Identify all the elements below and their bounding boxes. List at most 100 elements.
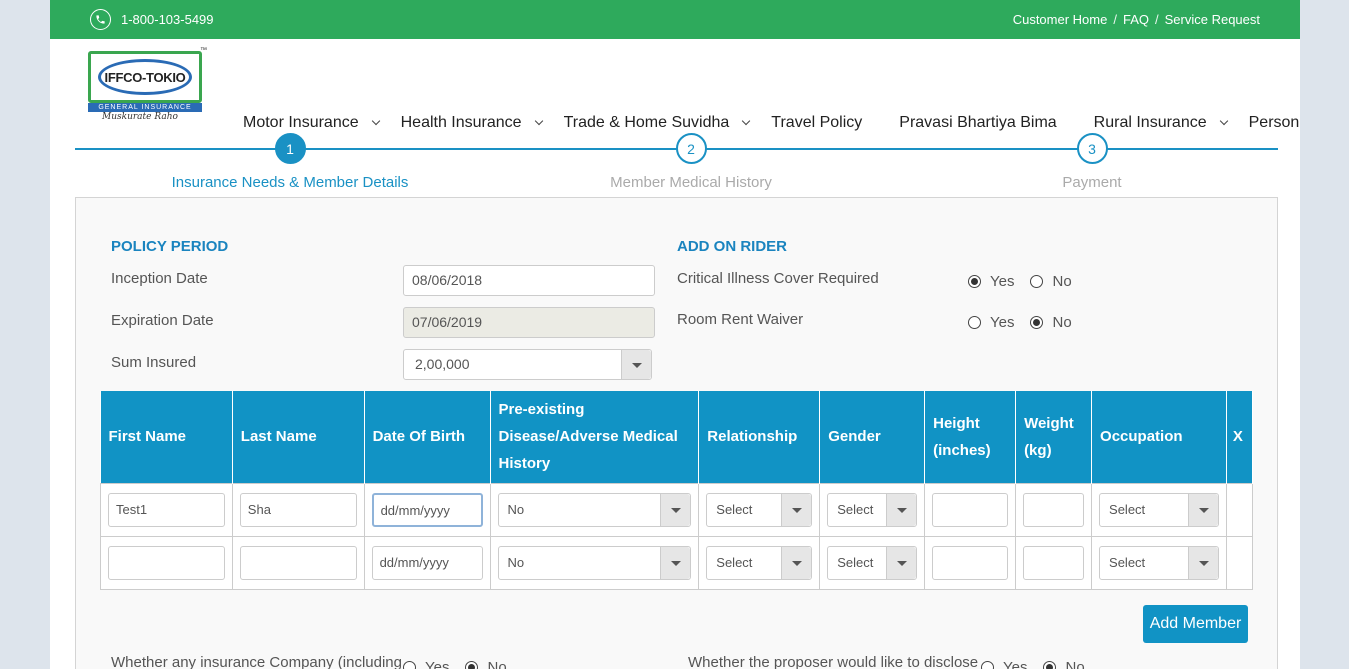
chevron-down-icon — [1219, 116, 1228, 126]
last-name-input[interactable]: Sha — [239, 492, 357, 527]
gender-select[interactable]: Select — [827, 492, 918, 527]
phone-contact[interactable]: 1-800-103-5499 — [90, 9, 214, 30]
occupation-select[interactable]: Select — [1099, 545, 1219, 580]
radio-selected[interactable] — [465, 661, 479, 669]
expiration-date-input: 07/06/2019 — [403, 307, 655, 338]
nav-pravasi-bhartiya-bima[interactable]: Pravasi Bhartiya Bima — [899, 114, 1056, 132]
dropdown-arrow-icon — [781, 493, 812, 526]
critical-illness-yes[interactable]: Yes — [968, 273, 1014, 290]
nav-rural-insurance[interactable]: Rural Insurance — [1094, 114, 1228, 132]
radio[interactable] — [968, 316, 981, 329]
relationship-select[interactable]: Select — [706, 492, 813, 527]
trademark: ™ — [200, 47, 207, 54]
relationship-select[interactable]: Select — [706, 545, 813, 580]
last-name-input[interactable] — [239, 545, 357, 580]
occupation-select[interactable]: Select — [1099, 492, 1219, 527]
room-rent-radio-group: Yes No — [968, 314, 1088, 331]
nav-health-insurance[interactable]: Health Insurance — [401, 114, 543, 132]
remove-cell[interactable] — [1225, 482, 1254, 537]
dropdown-arrow-icon — [621, 350, 651, 379]
question-proposer-disclose: Whether the proposer would like to discl… — [688, 654, 979, 669]
nav-trade-home-suvidha[interactable]: Trade & Home Suvidha — [564, 114, 751, 132]
radio[interactable] — [1030, 275, 1044, 288]
inception-date-label: Inception Date — [111, 270, 208, 287]
dropdown-arrow-icon — [1187, 493, 1218, 526]
question2-yes[interactable]: Yes — [981, 659, 1027, 669]
dropdown-arrow-icon — [781, 546, 812, 579]
sum-insured-label: Sum Insured — [111, 354, 197, 371]
sum-insured-select[interactable]: 2,00,000 — [403, 349, 652, 380]
dob-input[interactable]: dd/mm/yyyy — [371, 545, 483, 580]
nav-travel-policy[interactable]: Travel Policy — [771, 114, 862, 132]
service-request-link[interactable]: Service Request — [1165, 12, 1260, 27]
step-3[interactable]: 3 Payment — [962, 133, 1222, 191]
question2-no[interactable]: No — [1043, 659, 1085, 669]
faq-link[interactable]: FAQ — [1123, 12, 1149, 27]
header-last-name: Last Name — [232, 391, 365, 483]
critical-illness-label: Critical Illness Cover Required — [677, 270, 879, 287]
dob-input[interactable]: dd/mm/yyyy — [371, 492, 483, 527]
remove-cell[interactable] — [1225, 535, 1254, 590]
phone-number: 1-800-103-5499 — [121, 12, 214, 27]
first-name-input[interactable]: Test1 — [108, 492, 225, 527]
critical-illness-no[interactable]: No — [1030, 273, 1072, 290]
main-nav: Motor Insurance Health Insurance Trade &… — [243, 114, 1300, 132]
page: 1-800-103-5499 Customer Home / FAQ / Ser… — [50, 0, 1300, 669]
logo-tagline: Muskurate Raho — [102, 112, 178, 122]
step-label: Payment — [1062, 174, 1122, 191]
add-member-button[interactable]: Add Member — [1143, 605, 1248, 643]
radio[interactable] — [403, 661, 416, 669]
header-remove: X — [1226, 391, 1254, 483]
radio-selected[interactable] — [968, 275, 981, 288]
dropdown-arrow-icon — [886, 546, 917, 579]
table-row: Test1 Sha dd/mm/yyyy No Select Select Se… — [100, 482, 1254, 537]
customer-home-link[interactable]: Customer Home — [1013, 12, 1108, 27]
weight-input[interactable] — [1023, 545, 1085, 580]
height-input[interactable] — [932, 545, 1009, 580]
height-input[interactable] — [932, 492, 1009, 527]
phone-icon — [90, 9, 111, 30]
medical-history-select[interactable]: No — [497, 492, 692, 527]
nav-personal-accident-policy[interactable]: Personal Accident Policy — [1249, 114, 1300, 132]
table-header-row: First Name Last Name Date Of Birth Pre-e… — [100, 391, 1254, 483]
weight-input[interactable] — [1023, 492, 1085, 527]
nav-motor-insurance[interactable]: Motor Insurance — [243, 114, 380, 132]
header-date-of-birth: Date Of Birth — [364, 391, 491, 483]
members-table: First Name Last Name Date Of Birth Pre-e… — [100, 391, 1254, 590]
step-label: Insurance Needs & Member Details — [171, 174, 409, 191]
expiration-date-label: Expiration Date — [111, 312, 214, 329]
dropdown-arrow-icon — [660, 546, 691, 579]
medical-history-select[interactable]: No — [497, 545, 692, 580]
gender-select[interactable]: Select — [827, 545, 918, 580]
header: IFFCO-TOKIO GENERAL INSURANCE Muskurate … — [50, 39, 1300, 132]
step-1[interactable]: 1 Insurance Needs & Member Details — [160, 133, 420, 191]
step-label: Member Medical History — [610, 174, 772, 191]
question1-no[interactable]: No — [465, 659, 507, 669]
dropdown-arrow-icon — [660, 493, 691, 526]
top-bar: 1-800-103-5499 Customer Home / FAQ / Ser… — [50, 0, 1300, 39]
room-rent-no[interactable]: No — [1030, 314, 1072, 331]
top-links: Customer Home / FAQ / Service Request — [1012, 12, 1260, 27]
logo[interactable]: IFFCO-TOKIO GENERAL INSURANCE Muskurate … — [88, 47, 207, 123]
step-2[interactable]: 2 Member Medical History — [561, 133, 821, 191]
chevron-down-icon — [371, 116, 380, 126]
question1-radio-group: Yes No — [403, 659, 523, 669]
inception-date-input[interactable]: 08/06/2018 — [403, 265, 655, 296]
question2-radio-group: Yes No — [981, 659, 1101, 669]
room-rent-yes[interactable]: Yes — [968, 314, 1014, 331]
add-on-rider-title: ADD ON RIDER — [677, 238, 788, 255]
form-card: POLICY PERIOD Inception Date 08/06/2018 … — [75, 197, 1278, 669]
question1-yes[interactable]: Yes — [403, 659, 449, 669]
policy-period-title: POLICY PERIOD — [111, 238, 229, 255]
header-first-name: First Name — [100, 391, 233, 483]
radio-selected[interactable] — [1043, 661, 1057, 669]
progress-stepper: 1 Insurance Needs & Member Details 2 Mem… — [75, 133, 1278, 193]
logo-sub: GENERAL INSURANCE — [88, 103, 202, 112]
dropdown-arrow-icon — [886, 493, 917, 526]
radio-selected[interactable] — [1030, 316, 1044, 329]
logo-name: IFFCO-TOKIO — [98, 59, 192, 95]
radio[interactable] — [981, 661, 994, 669]
first-name-input[interactable] — [108, 545, 225, 580]
chevron-down-icon — [742, 116, 751, 126]
room-rent-waiver-label: Room Rent Waiver — [677, 311, 804, 328]
